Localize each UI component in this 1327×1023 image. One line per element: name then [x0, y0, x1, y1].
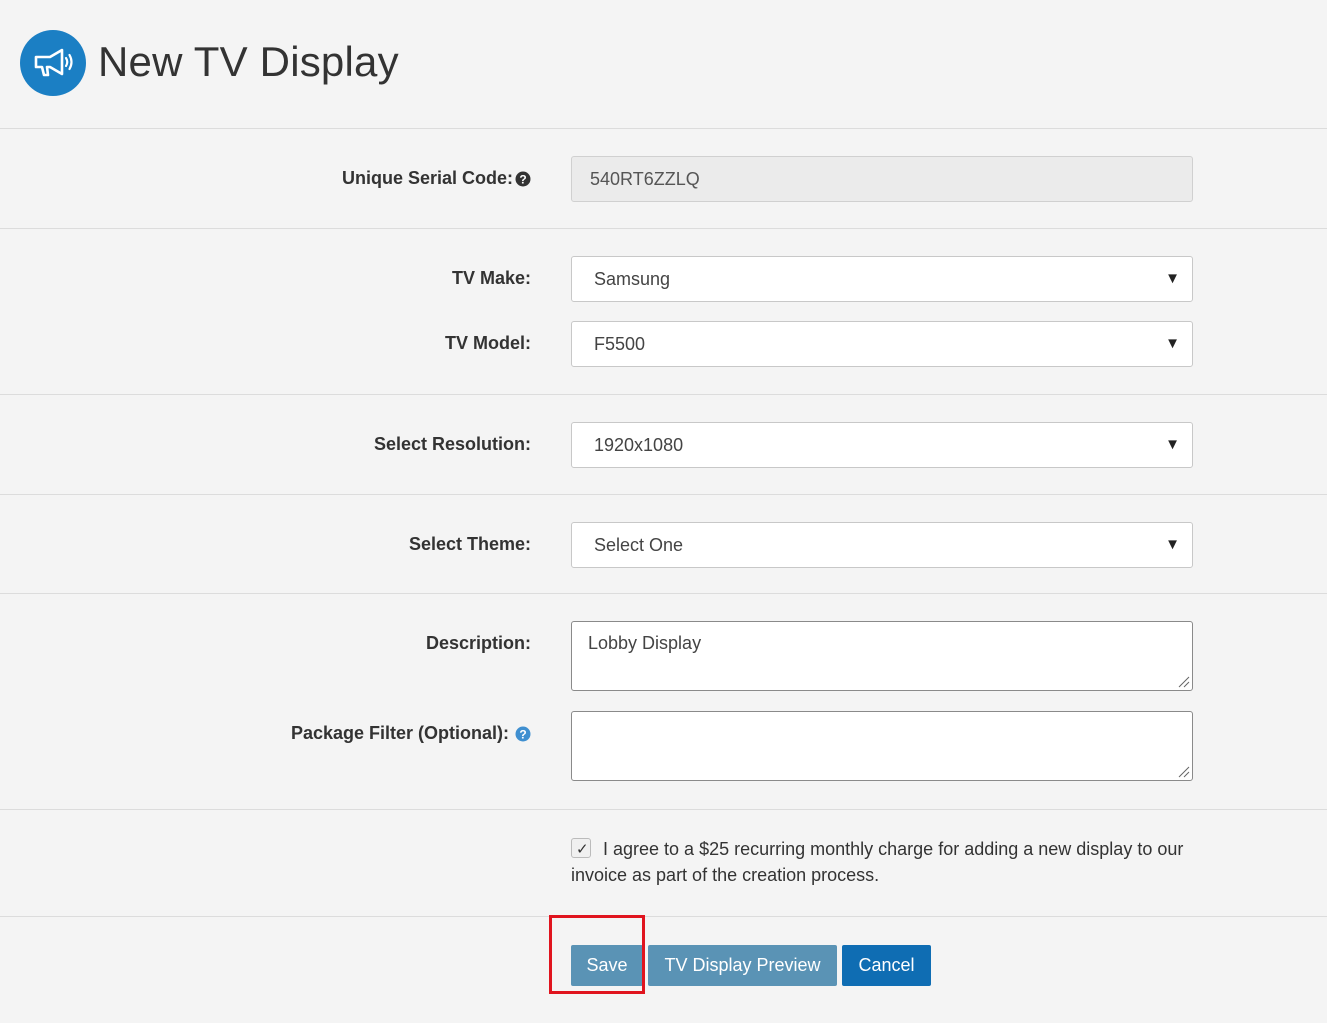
serial-section: Unique Serial Code: ? 540RT6ZZLQ [0, 129, 1327, 229]
agreement-text: I agree to a $25 recurring monthly charg… [571, 839, 1184, 885]
resolution-select[interactable]: 1920x1080 ▼ [571, 422, 1193, 468]
theme-section: Select Theme: Select One ▼ [0, 495, 1327, 594]
tv-model-value: F5500 [594, 333, 646, 354]
resolution-label: Select Resolution: [373, 434, 531, 454]
resolution-section: Select Resolution: 1920x1080 ▼ [0, 395, 1327, 495]
resolution-value: 1920x1080 [594, 434, 684, 455]
resize-grip-icon[interactable] [1176, 764, 1190, 778]
package-filter-label: Package Filter (Optional): [290, 723, 509, 743]
dropdown-arrow-icon: ▼ [1165, 436, 1180, 453]
serial-code-field: 540RT6ZZLQ [571, 156, 1193, 202]
description-label: Description: [425, 633, 531, 653]
tv-model-label: TV Model: [445, 333, 531, 353]
description-textarea[interactable]: Lobby Display [571, 621, 1193, 691]
theme-label: Select Theme: [408, 534, 531, 554]
agreement-section: ✓ I agree to a $25 recurring monthly char… [0, 810, 1327, 917]
description-section: Description: Lobby Display Package Filte… [0, 594, 1327, 810]
dropdown-arrow-icon: ▼ [1165, 536, 1180, 553]
page-header: New TV Display [0, 0, 1327, 129]
resize-grip-icon[interactable] [1176, 674, 1190, 688]
serial-label: Unique Serial Code: [341, 168, 513, 188]
tv-make-value: Samsung [594, 268, 671, 289]
dropdown-arrow-icon: ▼ [1165, 270, 1180, 287]
agree-checkbox[interactable]: ✓ [571, 838, 591, 858]
page-title: New TV Display [98, 38, 399, 85]
megaphone-icon [20, 30, 86, 96]
question-circle-icon[interactable]: ? [515, 726, 531, 742]
package-filter-textarea[interactable] [571, 711, 1193, 781]
cancel-button[interactable]: Cancel [842, 945, 931, 986]
tv-display-preview-button[interactable]: TV Display Preview [648, 945, 837, 986]
save-button[interactable]: Save [571, 945, 643, 986]
theme-select[interactable]: Select One ▼ [571, 522, 1193, 568]
svg-text:?: ? [519, 172, 526, 186]
tv-section: TV Make: Samsung ▼ TV Model: F5500 ▼ [0, 229, 1327, 395]
svg-text:?: ? [519, 727, 526, 741]
tv-make-select[interactable]: Samsung ▼ [571, 256, 1193, 302]
dropdown-arrow-icon: ▼ [1165, 335, 1180, 352]
tv-make-label: TV Make: [451, 268, 531, 288]
package-filter-label-row: Package Filter (Optional): ? [291, 723, 531, 744]
serial-label-row: Unique Serial Code: ? [342, 168, 531, 189]
tv-model-select[interactable]: F5500 ▼ [571, 321, 1193, 367]
agreement-row: ✓ I agree to a $25 recurring monthly char… [571, 836, 1191, 888]
check-icon: ✓ [576, 841, 589, 858]
description-value: Lobby Display [588, 633, 702, 653]
question-circle-icon[interactable]: ? [515, 171, 531, 187]
theme-value: Select One [594, 534, 684, 555]
